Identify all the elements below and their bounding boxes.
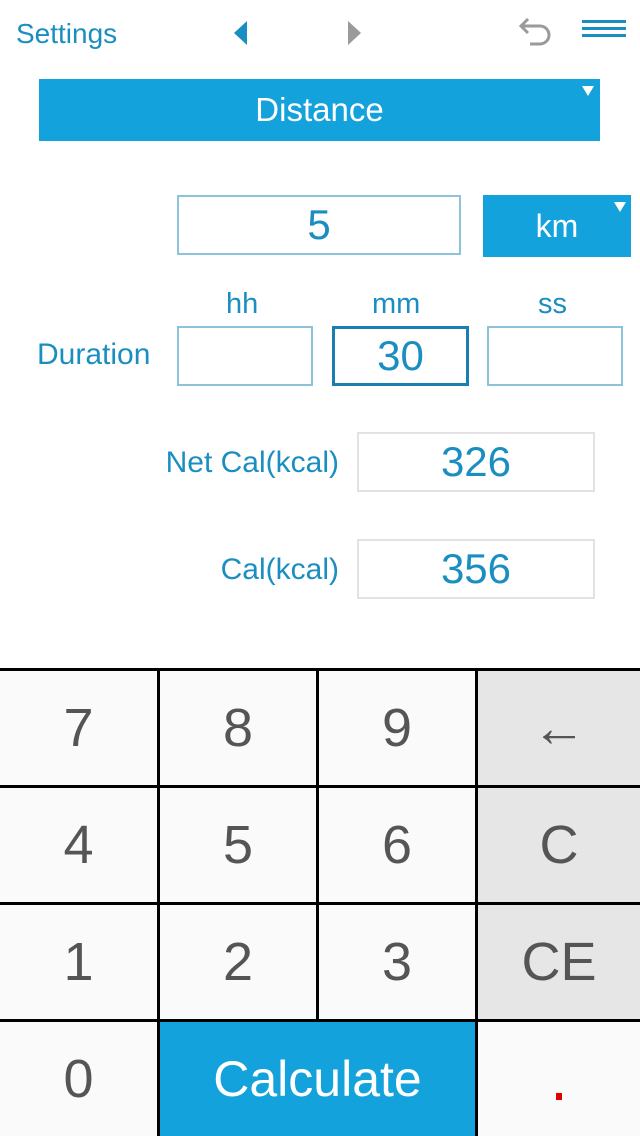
calculate-button[interactable]: Calculate <box>160 1022 475 1136</box>
cal-label: Cal(kcal) <box>220 553 339 586</box>
distance-value: 5 <box>307 201 331 248</box>
mode-dropdown[interactable]: Distance <box>39 79 600 141</box>
key-4[interactable]: 4 <box>0 788 157 902</box>
key-8[interactable]: 8 <box>160 671 316 785</box>
key-9[interactable]: 9 <box>319 671 475 785</box>
unit-selected-label: km <box>535 207 579 244</box>
unit-dropdown[interactable]: km <box>483 195 631 257</box>
key-0[interactable]: 0 <box>0 1022 157 1136</box>
undo-icon[interactable] <box>516 16 552 50</box>
clear-key[interactable]: C <box>478 788 640 902</box>
key-5[interactable]: 5 <box>160 788 316 902</box>
hamburger-menu-icon[interactable] <box>582 20 626 40</box>
decimal-key[interactable] <box>478 1022 640 1136</box>
key-3[interactable]: 3 <box>319 905 475 1019</box>
minutes-input[interactable]: 30 <box>332 326 469 386</box>
mode-selected-label: Distance <box>255 91 384 128</box>
triangle-right-icon[interactable] <box>348 21 361 45</box>
decimal-point-glyph <box>556 1093 562 1100</box>
mm-label: mm <box>372 288 421 320</box>
ss-label: ss <box>538 288 567 320</box>
cal-output: 356 <box>357 539 595 599</box>
dropdown-caret-icon <box>582 86 594 96</box>
hh-label: hh <box>226 288 259 320</box>
key-7[interactable]: 7 <box>0 671 157 785</box>
settings-button[interactable]: Settings <box>16 18 117 50</box>
key-6[interactable]: 6 <box>319 788 475 902</box>
net-cal-output: 326 <box>357 432 595 492</box>
net-cal-label: Net Cal(kcal) <box>165 446 339 479</box>
dropdown-caret-icon <box>614 202 626 212</box>
key-2[interactable]: 2 <box>160 905 316 1019</box>
duration-label: Duration <box>37 338 151 371</box>
clear-entry-key[interactable]: CE <box>478 905 640 1019</box>
key-1[interactable]: 1 <box>0 905 157 1019</box>
triangle-left-icon[interactable] <box>234 21 247 45</box>
distance-input[interactable]: 5 <box>177 195 461 255</box>
minutes-value: 30 <box>377 332 424 379</box>
seconds-input[interactable] <box>487 326 623 386</box>
cal-value: 356 <box>440 545 512 592</box>
hours-input[interactable] <box>177 326 313 386</box>
backspace-key[interactable]: ← <box>478 671 640 785</box>
net-cal-value: 326 <box>440 438 512 485</box>
